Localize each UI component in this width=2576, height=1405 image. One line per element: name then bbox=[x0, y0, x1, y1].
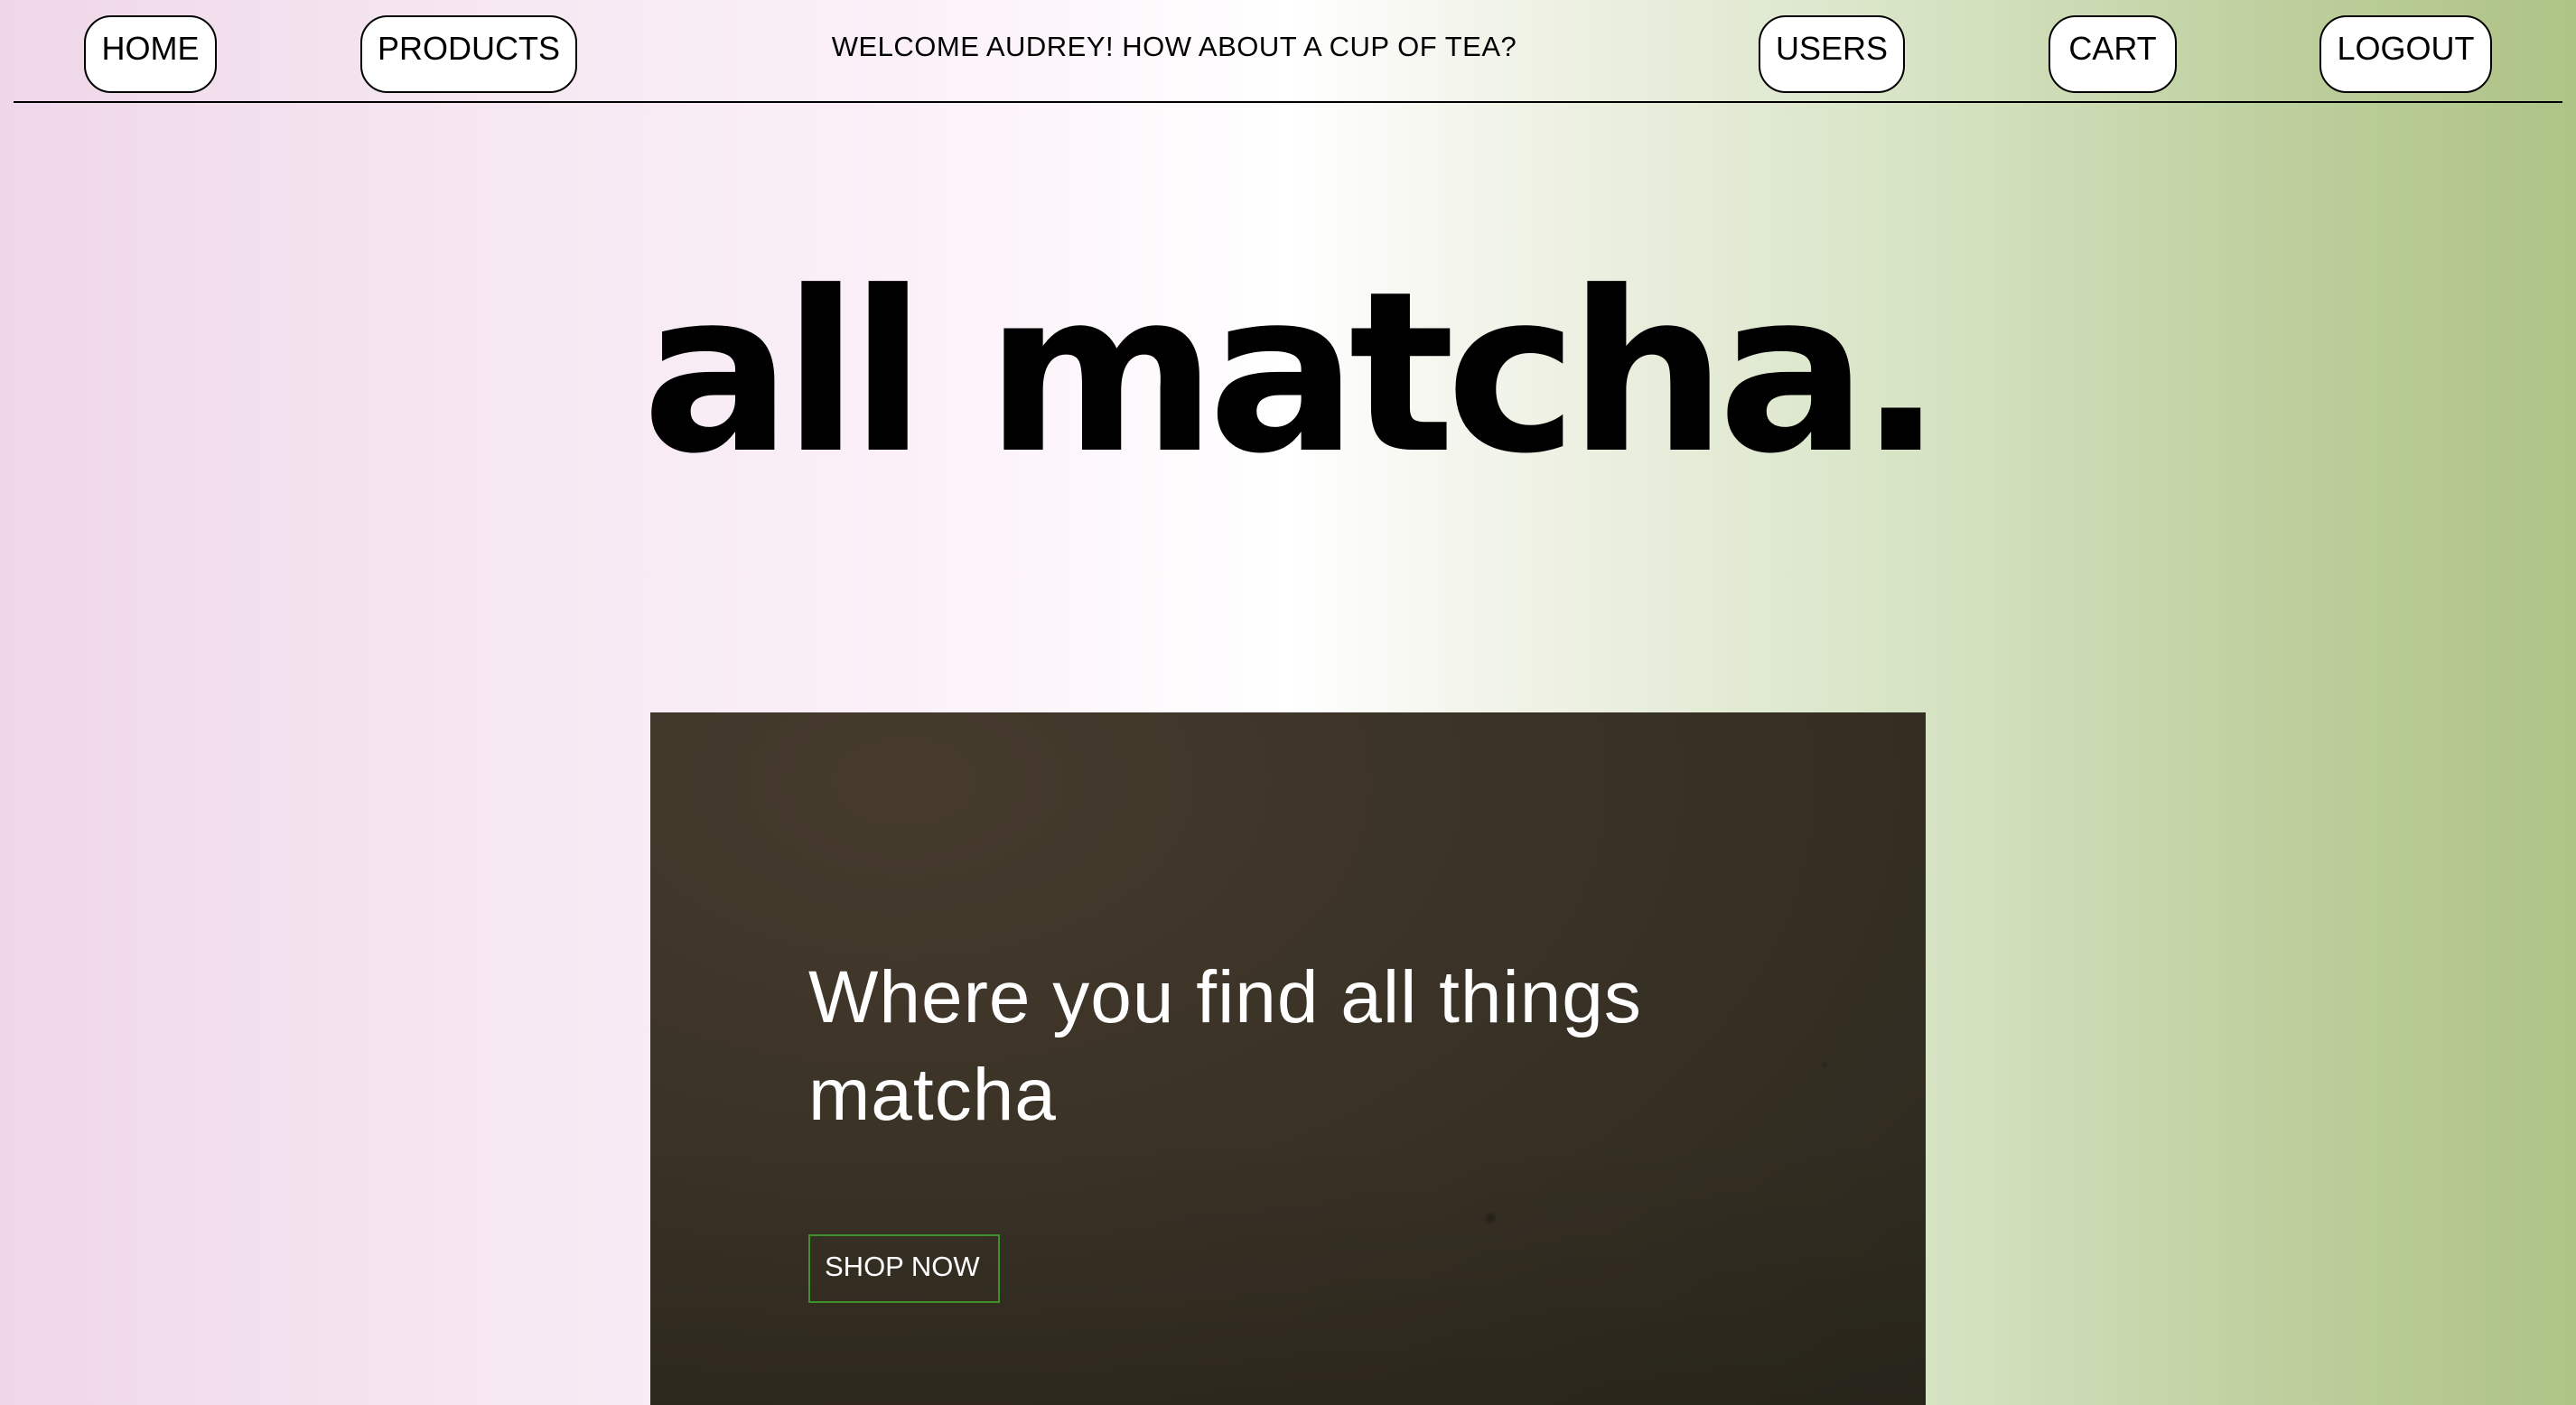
users-nav-button[interactable]: USERS bbox=[1759, 15, 1905, 93]
hero-tagline: Where you find all things matcha bbox=[808, 956, 1642, 1136]
top-navigation: HOME PRODUCTS WELCOME AUDREY! HOW ABOUT … bbox=[0, 0, 2576, 103]
cart-nav-button[interactable]: CART bbox=[2049, 15, 2177, 93]
brand-title: all matcha. bbox=[641, 245, 1944, 503]
products-nav-button[interactable]: PRODUCTS bbox=[360, 15, 577, 93]
home-nav-button[interactable]: HOME bbox=[84, 15, 217, 93]
logout-nav-button[interactable]: LOGOUT bbox=[2319, 15, 2492, 93]
hero-banner: Where you find all things matcha SHOP NO… bbox=[650, 712, 1926, 1405]
welcome-message: WELCOME AUDREY! HOW ABOUT A CUP OF TEA? bbox=[831, 31, 1517, 62]
shop-now-button[interactable]: SHOP NOW bbox=[808, 1234, 1000, 1303]
nav-divider bbox=[14, 101, 2562, 103]
